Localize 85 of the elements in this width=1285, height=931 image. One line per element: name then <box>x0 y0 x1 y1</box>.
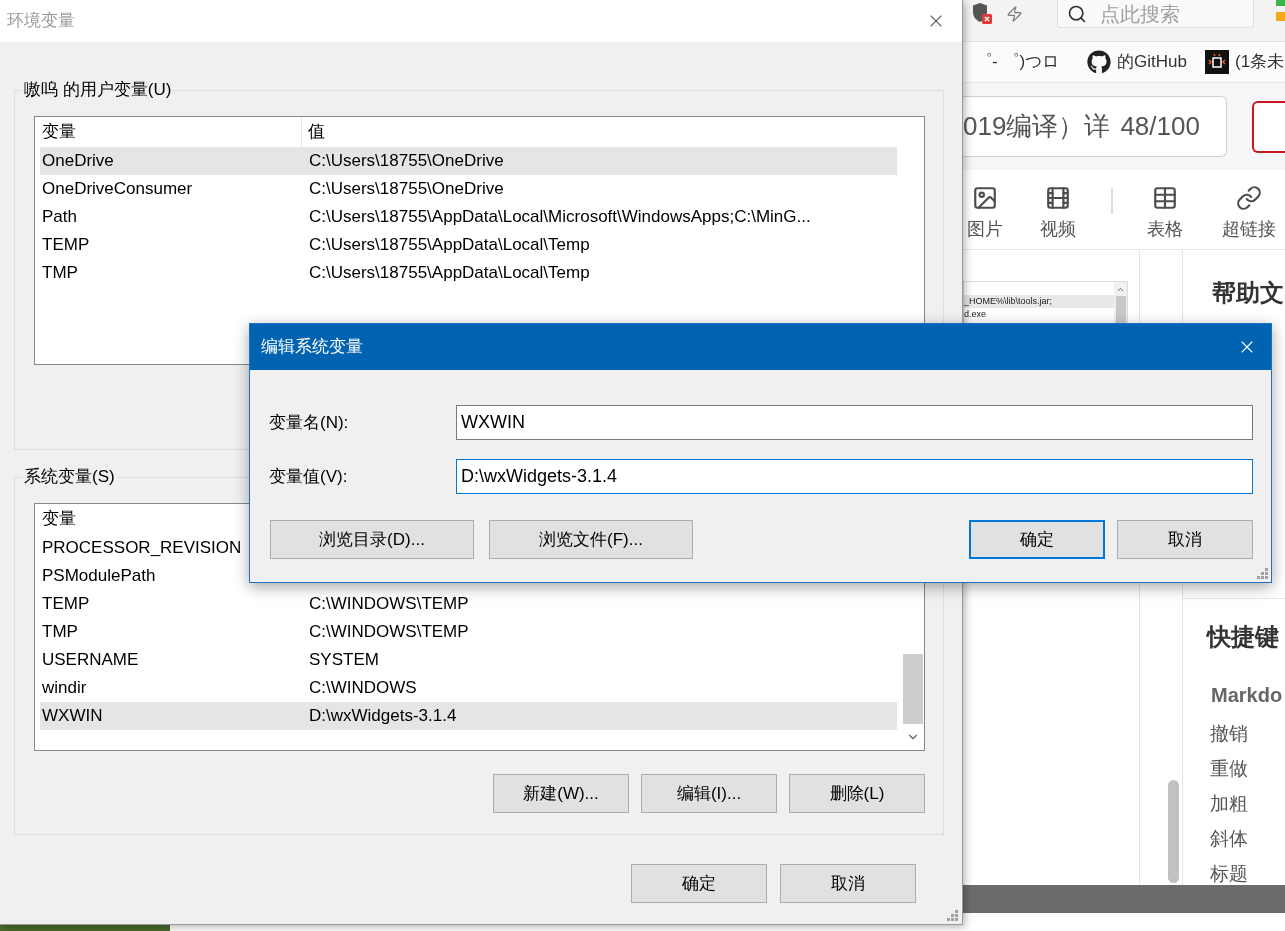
list-row[interactable]: TEMP C:\WINDOWS\TEMP <box>40 590 897 618</box>
toolbar-button[interactable]: 图片 <box>963 185 1007 241</box>
group-label: 嗷呜 的用户变量(U) <box>23 79 173 101</box>
toolbar-button[interactable]: 超链接 <box>1219 185 1279 241</box>
logo-icon <box>1276 0 1285 22</box>
variable-name-cell: OneDrive <box>42 151 114 171</box>
resize-grip-icon[interactable] <box>947 910 958 921</box>
list-row[interactable]: USERNAME SYSTEM <box>40 646 897 674</box>
outlined-button[interactable] <box>1252 100 1285 153</box>
shortcut-item: 撤销 <box>1210 723 1249 745</box>
list-row[interactable]: windir C:\WINDOWS <box>40 674 897 702</box>
variable-value-cell-text: D:\wxWidgets-3.1.4 <box>309 705 457 728</box>
character-counter: 48/100 <box>1120 110 1200 143</box>
dialog-button[interactable]: 取消 <box>1117 520 1253 559</box>
resize-grip-icon[interactable] <box>1257 568 1268 579</box>
variable-value-cell-text: C:\WINDOWS <box>309 677 417 700</box>
list-row[interactable]: WXWIN D:\wxWidgets-3.1.4 <box>40 702 897 730</box>
variable-name-cell: TEMP <box>42 235 90 255</box>
text-field[interactable]: D:\wxWidgets-3.1.4 <box>456 459 1253 494</box>
list-row[interactable]: TMP C:\WINDOWS\TEMP <box>40 618 897 646</box>
image-icon <box>972 185 998 211</box>
help-heading: 帮助文 <box>1212 278 1285 308</box>
variable-name-cell: TMP <box>42 622 78 642</box>
field-label: 变量值(V): <box>269 466 348 486</box>
variable-name-cell: WXWIN <box>42 706 103 726</box>
app-tile-icon <box>1204 50 1229 74</box>
variable-value-cell-text: SYSTEM <box>309 649 379 672</box>
title-text: 019编译）详 <box>963 110 1111 143</box>
variable-name-cell: PSModulePath <box>42 566 156 586</box>
path-text: _HOME%\lib\tools.jar; <box>964 295 1114 308</box>
dialog-button[interactable]: 确定 <box>969 520 1105 559</box>
browse-button[interactable]: 浏览文件(F)... <box>489 520 693 559</box>
shortcut-item: 重做 <box>1210 758 1249 780</box>
list-row[interactable]: Path C:\Users\18755\AppData\Local\Microsoft\WindowsApps;C:\MinG... <box>40 203 897 231</box>
scrollbar-thumb[interactable] <box>1168 780 1179 883</box>
variable-name-cell: windir <box>42 678 87 698</box>
shortcut-item: 斜体 <box>1210 828 1249 850</box>
bookmark-link[interactable]: 的GitHub <box>1117 49 1187 75</box>
bookmark-link[interactable]: (1条未 <box>1234 49 1285 75</box>
dialog-button[interactable]: 取消 <box>780 864 916 903</box>
window-title: 环境变量 <box>7 10 75 32</box>
list-action-button[interactable]: 删除(L) <box>789 774 925 813</box>
variable-value-cell-text: C:\WINDOWS\TEMP <box>309 621 469 644</box>
list-row[interactable]: OneDriveConsumer C:\Users\18755\OneDrive <box>40 175 897 203</box>
shield-icon[interactable] <box>972 2 992 24</box>
window-title: 编辑系统变量 <box>261 336 363 358</box>
bookmark-link[interactable]: ゜- ゜)つロ <box>975 49 1060 75</box>
variable-name-cell: Path <box>42 207 77 227</box>
list-row[interactable]: TEMP C:\Users\18755\AppData\Local\Temp <box>40 231 897 259</box>
toolbar-button[interactable]: 视频 <box>1036 185 1080 241</box>
variable-name-cell: OneDriveConsumer <box>42 179 193 199</box>
toolbar-button[interactable]: 表格 <box>1143 185 1187 241</box>
dialog-button[interactable]: 确定 <box>631 864 767 903</box>
variable-name-cell: TEMP <box>42 594 90 614</box>
table-icon <box>1152 185 1178 211</box>
list-action-button[interactable]: 编辑(I)... <box>641 774 777 813</box>
group-label: 系统变量(S) <box>23 466 116 488</box>
variable-value-cell-text: C:\Users\18755\OneDrive <box>309 150 504 173</box>
variable-name-cell: TMP <box>42 263 78 283</box>
browse-button[interactable]: 浏览目录(D)... <box>270 520 474 559</box>
link-icon <box>1236 185 1262 211</box>
text-field[interactable]: WXWIN <box>456 405 1253 440</box>
path-text: d.exe <box>964 308 988 321</box>
section-heading: Markdo <box>1211 683 1284 707</box>
variable-value-cell-text: C:\Users\18755\OneDrive <box>309 178 504 201</box>
search-icon <box>1067 4 1087 24</box>
list-row[interactable]: TMP C:\Users\18755\AppData\Local\Temp <box>40 259 897 287</box>
list-row[interactable]: OneDrive C:\Users\18755\OneDrive <box>40 147 897 175</box>
lightning-icon[interactable] <box>1006 4 1023 24</box>
variable-value-cell-text: C:\Users\18755\AppData\Local\Temp <box>309 234 590 257</box>
github-icon <box>1087 50 1112 74</box>
scrollbar-thumb[interactable] <box>903 654 923 724</box>
shortcuts-heading: 快捷键 <box>1207 622 1280 652</box>
variable-value-cell-text: C:\WINDOWS\TEMP <box>309 593 469 616</box>
film-icon <box>1045 185 1071 211</box>
search-field[interactable]: 点此搜索 <box>1057 0 1254 28</box>
shortcut-item: 加粗 <box>1210 793 1249 815</box>
shortcut-item: 标题 <box>1210 863 1249 885</box>
variable-value-cell-text: C:\Users\18755\AppData\Local\Temp <box>309 262 590 285</box>
title-field[interactable]: 019编译）详 48/100 <box>963 96 1227 157</box>
variable-name-cell: USERNAME <box>42 650 139 670</box>
list-action-button[interactable]: 新建(W)... <box>493 774 629 813</box>
field-label: 变量名(N): <box>269 412 349 432</box>
column-header[interactable]: 值 <box>302 117 924 147</box>
variable-value-cell-text: C:\Users\18755\AppData\Local\Microsoft\WindowsApps;C:\MinG... <box>309 206 811 229</box>
